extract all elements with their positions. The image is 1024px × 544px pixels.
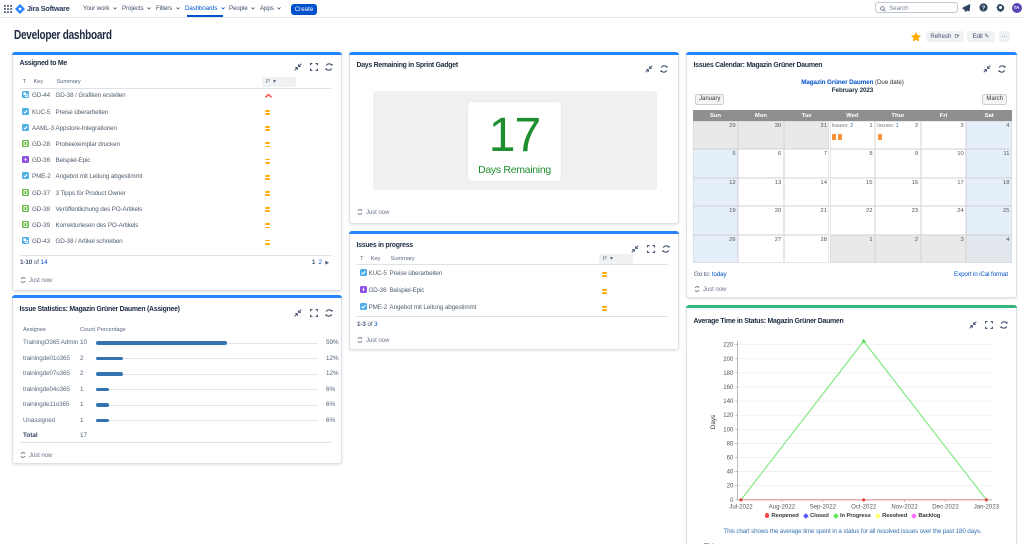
svg-text:100: 100 <box>723 426 734 433</box>
svg-text:Days: Days <box>710 415 717 429</box>
svg-text:Nov-2022: Nov-2022 <box>891 503 918 510</box>
svg-text:80: 80 <box>727 440 734 447</box>
svg-text:?: ? <box>981 6 985 12</box>
svg-text:Dec-2022: Dec-2022 <box>932 503 959 510</box>
svg-text:20: 20 <box>727 483 734 490</box>
svg-text:160: 160 <box>723 384 734 391</box>
svg-text:Sep-2022: Sep-2022 <box>810 503 837 510</box>
svg-text:Jan-2023: Jan-2023 <box>974 503 1000 510</box>
svg-text:220: 220 <box>723 342 734 349</box>
svg-text:180: 180 <box>723 370 734 377</box>
svg-text:Aug-2022: Aug-2022 <box>769 503 796 510</box>
svg-text:120: 120 <box>723 412 734 419</box>
svg-text:60: 60 <box>727 455 734 462</box>
svg-text:Jul-2022: Jul-2022 <box>729 503 753 510</box>
svg-text:200: 200 <box>723 356 734 363</box>
svg-text:40: 40 <box>727 469 734 476</box>
svg-text:140: 140 <box>723 398 734 405</box>
svg-text:Oct-2022: Oct-2022 <box>851 503 877 510</box>
